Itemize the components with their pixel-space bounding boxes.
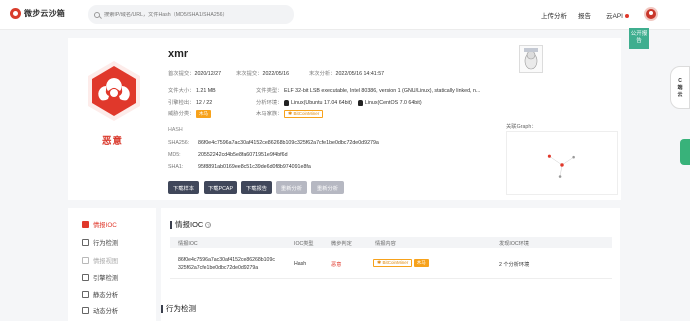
threat-class-tag: 木马 [195, 110, 211, 118]
last-submit: 末次提交：2022/05/16 [236, 71, 290, 77]
bug-icon: ✱ [377, 260, 382, 266]
feedback-tab[interactable] [680, 139, 690, 165]
trojan-family: 木马家族： ✱ BitCoinMiner [256, 109, 324, 118]
family-tag[interactable]: ✱ BitCoinMiner [283, 110, 324, 118]
last-analysis: 末次分析：2022/05/16 14:41:57 [309, 71, 385, 77]
logo-text: 微步云沙箱 [24, 9, 65, 18]
file-size: 文件大小： 1.21 MB [168, 88, 216, 94]
ioc-value-line1: 86f0e4c7596a7ac30af4152ce86268b109c [178, 257, 275, 263]
left-nav-static[interactable]: 静态分析 [82, 290, 118, 299]
engine-detection[interactable]: 引擎检出： 12 / 22 [168, 98, 212, 106]
graph-node[interactable] [560, 163, 564, 167]
intel-icon [82, 221, 89, 228]
download-sample-button[interactable]: 下载样本 [168, 181, 199, 194]
dynamic-icon [82, 307, 89, 314]
md5-row: MD5: 20552242cd4b5e8fa6071951e9f4bf6d [168, 152, 288, 158]
logo-icon [10, 8, 21, 19]
nav-cloud-api[interactable]: 云API [606, 10, 629, 20]
nav-cloud-api-label: 云API [606, 13, 623, 20]
download-pcap-button[interactable]: 下载PCAP [204, 181, 237, 194]
ioc-content: ✱ BitCoinMiner 木马 [373, 259, 429, 267]
analysis-env: 分析环境： Linux(Ubuntu 17.04 64bit) Linux(Ce… [256, 99, 422, 106]
logo[interactable]: 微步云沙箱 [10, 8, 65, 19]
help-icon[interactable]: ? [205, 222, 212, 229]
search-icon [94, 11, 100, 18]
threat-level-label: 恶意 [102, 136, 124, 147]
ioc-env[interactable]: 2 个分析环境 [499, 261, 529, 268]
behavior-section-title: 行为检测 [161, 305, 196, 313]
graph-node[interactable] [558, 175, 562, 178]
view-icon [82, 257, 89, 264]
col-ioc-type: IOC类型 [294, 241, 314, 247]
engine-icon [82, 274, 89, 281]
nav-upload[interactable]: 上传分析 [541, 10, 567, 20]
sandbox-analyze-button[interactable]: 重新分析 [311, 181, 344, 194]
nav-report[interactable]: 报告 [578, 10, 591, 20]
bug-icon: ✱ [287, 111, 293, 117]
first-submit: 首次提交：2020/12/27 [168, 71, 222, 77]
left-nav-dynamic[interactable]: 动态分析 [82, 306, 118, 315]
linux-icon [357, 99, 363, 106]
biohazard-threat-icon [88, 61, 140, 121]
content-class-tag: 木马 [413, 259, 429, 267]
notification-dot [624, 14, 629, 19]
ioc-verdict: 恶意 [331, 262, 342, 268]
public-report-badge[interactable]: 公开报告 [629, 28, 649, 49]
family-tag-label: BitCoinMiner [293, 111, 320, 116]
sha256-row: SHA256: 86f0e4c7596a7ac30af4152ce86268b10… [168, 140, 379, 146]
left-nav-intel-view[interactable]: 情报视图 [82, 256, 118, 265]
sha1-row: SHA1: 95f8891ab0169ee8c51c39de6d0f8b97409… [168, 164, 311, 170]
graph-label: 关联Graph： [506, 124, 537, 130]
threat-class: 威胁分类： 木马 [168, 109, 211, 118]
col-ioc: 情报IOC [178, 241, 198, 247]
linux-file-thumbnail [519, 45, 543, 73]
top-bar: 微步云沙箱 上传分析 报告 云API [0, 0, 690, 30]
left-nav-behavior[interactable]: 行为检测 [82, 238, 118, 247]
linux-icon [283, 99, 289, 106]
row-divider [170, 278, 612, 279]
ioc-section-title: 情报IOC? [170, 221, 212, 229]
left-nav-intel-ioc[interactable]: 情报IOC [82, 220, 117, 229]
tux-icon [524, 48, 538, 70]
graph-node[interactable] [547, 154, 551, 158]
col-verdict: 微步判定 [331, 241, 352, 247]
col-env: 发现IOC环境 [499, 241, 529, 247]
content-family-tag[interactable]: ✱ BitCoinMiner [373, 259, 413, 267]
ioc-value-line2: 325f62a7cfe1be0dbc72de0d9279a [178, 265, 259, 271]
left-nav-engine[interactable]: 引擎检测 [82, 273, 118, 282]
reanalyze-button[interactable]: 重新分析 [276, 181, 307, 194]
graph-node[interactable] [572, 155, 575, 159]
col-content: 情报内容 [375, 241, 396, 247]
avatar[interactable] [644, 7, 658, 21]
behavior-icon [82, 239, 89, 246]
search-input[interactable] [104, 11, 289, 18]
file-name: xmr [168, 48, 189, 60]
ioc-type: Hash [294, 261, 307, 267]
download-report-button[interactable]: 下载报告 [241, 181, 272, 194]
search-box[interactable] [88, 5, 294, 24]
relation-graph[interactable] [506, 131, 618, 195]
static-icon [82, 291, 89, 298]
c-side-cloud-float[interactable]: C端云 [670, 66, 690, 109]
file-type: 文件类型： ELF 32-bit LSB executable, Intel 8… [256, 88, 481, 94]
hash-heading: HASH [168, 127, 183, 133]
